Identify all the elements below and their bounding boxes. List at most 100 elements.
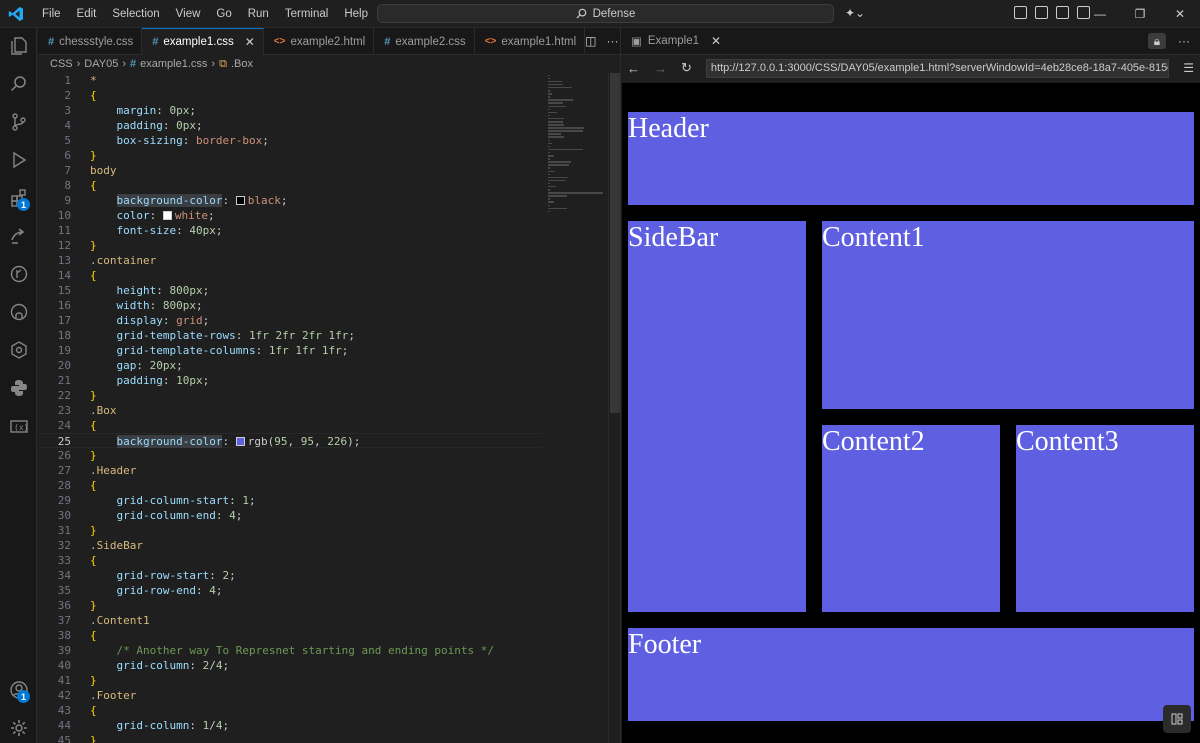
menu-view[interactable]: View — [168, 0, 209, 28]
code-line[interactable]: 25 background-color: rgb(95, 95, 226); — [38, 433, 542, 448]
code-line[interactable]: 21 padding: 10px; — [38, 373, 542, 388]
breadcrumb-item[interactable]: example1.css — [140, 58, 207, 70]
code-line[interactable]: 34 grid-row-start: 2; — [38, 568, 542, 583]
code-line[interactable]: 2{ — [38, 88, 542, 103]
code-line[interactable]: 31} — [38, 523, 542, 538]
tab-example2-css[interactable]: # example2.css — [374, 28, 475, 55]
code-line[interactable]: 33 { — [38, 553, 542, 568]
layout-toggle-icon[interactable] — [1163, 705, 1191, 733]
code-line[interactable]: 38 { — [38, 628, 542, 643]
close-icon[interactable]: ✕ — [711, 34, 721, 48]
more-actions-icon[interactable]: ··· — [607, 34, 619, 48]
code-line[interactable]: 5 box-sizing: border-box; — [38, 133, 542, 148]
more-actions-icon[interactable]: ··· — [1178, 34, 1190, 48]
source-control-icon[interactable] — [0, 104, 37, 140]
python-icon[interactable] — [0, 370, 37, 406]
breadcrumb-item[interactable]: CSS — [50, 58, 73, 70]
menu-terminal[interactable]: Terminal — [277, 0, 336, 28]
code-line[interactable]: 1 * — [38, 73, 542, 88]
code-line[interactable]: 7 body — [38, 163, 542, 178]
kubernetes-icon[interactable] — [0, 332, 37, 368]
menu-edit[interactable]: Edit — [69, 0, 105, 28]
tab-browser-example1[interactable]: ▣ Example1 ✕ — [621, 28, 731, 55]
code-line[interactable]: 39 /* Another way To Represnet starting … — [38, 643, 542, 658]
reload-icon[interactable]: ↻ — [681, 60, 692, 76]
restore-icon[interactable]: ❐ — [1120, 0, 1160, 28]
git-graph-icon[interactable] — [0, 256, 37, 292]
scroll-thumb[interactable] — [610, 73, 620, 413]
accounts-icon[interactable]: 1 — [0, 672, 37, 708]
code-line[interactable]: 29 grid-column-start: 1; — [38, 493, 542, 508]
code-line[interactable]: 12} — [38, 238, 542, 253]
code-line[interactable]: 14 { — [38, 268, 542, 283]
code-line[interactable]: 10 color: white; — [38, 208, 542, 223]
menu-go[interactable]: Go — [208, 0, 239, 28]
breadcrumb-item[interactable]: .Box — [231, 58, 253, 70]
menu-icon[interactable]: ☰ — [1183, 61, 1194, 75]
code-line[interactable]: 8{ — [38, 178, 542, 193]
tab-example2-html[interactable]: <> example2.html — [264, 28, 375, 55]
editor-scrollbar[interactable] — [608, 73, 620, 743]
breadcrumb-item[interactable]: DAY05 — [84, 58, 118, 70]
code-line[interactable]: 44 grid-column: 1/4; — [38, 718, 542, 733]
code-line[interactable]: 37 .Content1 — [38, 613, 542, 628]
command-center-search[interactable]: Defense — [377, 4, 834, 23]
code-line[interactable]: 6} — [38, 148, 542, 163]
code-editor[interactable]: 1 * 2{3 margin: 0px; 4 padding: 0px; 5 box-s… — [38, 73, 620, 743]
code-line[interactable]: 22} — [38, 388, 542, 403]
code-line[interactable]: 45} — [38, 733, 542, 743]
menu-file[interactable]: File — [34, 0, 69, 28]
toggle-primary-sidebar-icon[interactable] — [1035, 6, 1048, 19]
explorer-icon[interactable] — [0, 28, 37, 64]
code-line[interactable]: 18 grid-template-rows: 1fr 2fr 2fr 1fr; — [38, 328, 542, 343]
code-line[interactable]: 11 font-size: 40px; — [38, 223, 542, 238]
code-line[interactable]: 41} — [38, 673, 542, 688]
code-line[interactable]: 36} — [38, 598, 542, 613]
run-debug-icon[interactable] — [0, 142, 37, 178]
code-line[interactable]: 15 height: 800px; — [38, 283, 542, 298]
code-line[interactable]: 43 { — [38, 703, 542, 718]
customize-layout-icon[interactable] — [1014, 6, 1027, 19]
code-line[interactable]: 9 background-color: black; — [38, 193, 542, 208]
minimize-icon[interactable]: — — [1080, 0, 1120, 28]
code-line[interactable]: 19 grid-template-columns: 1fr 1fr 1fr; — [38, 343, 542, 358]
menu-run[interactable]: Run — [240, 0, 277, 28]
lock-icon[interactable]: 🔒︎ — [1148, 33, 1166, 49]
minimap[interactable] — [548, 73, 608, 213]
menu-selection[interactable]: Selection — [104, 0, 167, 28]
code-line[interactable]: 30 grid-column-end: 4; — [38, 508, 542, 523]
tab-example1-css[interactable]: # example1.css ✕ — [142, 28, 264, 55]
extensions-icon[interactable]: 1 — [0, 180, 37, 216]
code-line[interactable]: 17 display: grid; — [38, 313, 542, 328]
toggle-panel-icon[interactable] — [1056, 6, 1069, 19]
tab-chessstyle-css[interactable]: # chessstyle.css — [38, 28, 143, 55]
code-line[interactable]: 16 width: 800px; — [38, 298, 542, 313]
code-line[interactable]: 28 { — [38, 478, 542, 493]
copilot-icon[interactable]: ✦⌄ — [845, 6, 865, 20]
code-line[interactable]: 3 margin: 0px; — [38, 103, 542, 118]
close-icon[interactable]: ✕ — [245, 35, 255, 49]
remote-explorer-icon[interactable] — [0, 218, 37, 254]
search-sidebar-icon[interactable] — [0, 66, 37, 102]
code-line[interactable]: 35 grid-row-end: 4; — [38, 583, 542, 598]
code-line[interactable]: 32 .SideBar — [38, 538, 542, 553]
close-window-icon[interactable]: ✕ — [1160, 0, 1200, 28]
settings-gear-icon[interactable] — [0, 710, 37, 743]
github-icon[interactable] — [0, 294, 37, 330]
url-input[interactable]: http://127.0.0.1:3000/CSS/DAY05/example1… — [705, 58, 1170, 78]
code-line[interactable]: 23 .Box — [38, 403, 542, 418]
code-line[interactable]: 13 .container — [38, 253, 542, 268]
tab-example1-html[interactable]: <> example1.html — [475, 28, 586, 55]
code-line[interactable]: 42 .Footer — [38, 688, 542, 703]
code-line[interactable]: 40 grid-column: 2/4; — [38, 658, 542, 673]
code-line[interactable]: 4 padding: 0px; — [38, 118, 542, 133]
code-line[interactable]: 20 gap: 20px; — [38, 358, 542, 373]
code-line[interactable]: 24 { — [38, 418, 542, 433]
browser-forward-icon[interactable]: → — [654, 61, 667, 76]
code-line[interactable]: 26} — [38, 448, 542, 463]
split-editor-icon[interactable]: ◫ — [585, 34, 596, 48]
browser-back-icon[interactable]: ← — [627, 61, 640, 76]
code-line[interactable]: 27 .Header — [38, 463, 542, 478]
variables-icon[interactable]: (x) — [0, 408, 37, 444]
menu-help[interactable]: Help — [336, 0, 376, 28]
